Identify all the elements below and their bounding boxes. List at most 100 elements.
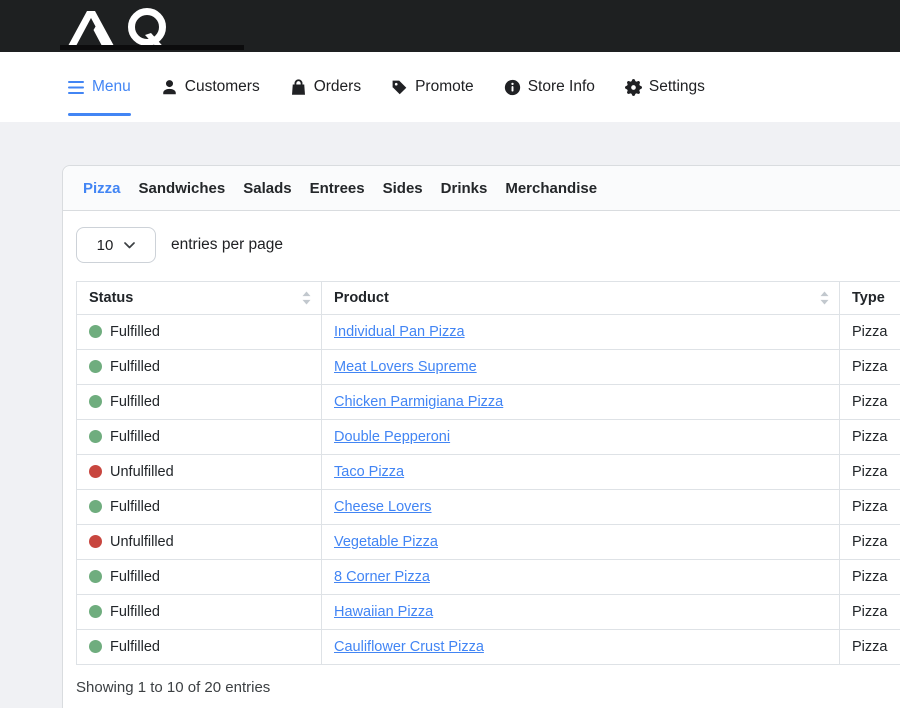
- tab-sandwiches[interactable]: Sandwiches: [139, 180, 226, 197]
- tab-sides[interactable]: Sides: [383, 180, 423, 197]
- table-header-row: Status Product Type: [77, 282, 900, 315]
- entries-per-page-control: 10 entries per page: [63, 211, 900, 281]
- type-text: Pizza: [852, 359, 887, 375]
- type-text: Pizza: [852, 604, 887, 620]
- product-cell: Taco Pizza: [322, 455, 840, 490]
- column-header-type[interactable]: Type: [840, 282, 900, 315]
- table-row: Unfulfilled Taco Pizza Pizza: [77, 455, 900, 490]
- table-row: Unfulfilled Vegetable Pizza Pizza: [77, 525, 900, 560]
- product-link[interactable]: Taco Pizza: [334, 464, 404, 480]
- hamburger-icon: [68, 80, 85, 95]
- status-text: Fulfilled: [110, 324, 160, 340]
- type-cell: Pizza: [840, 315, 900, 350]
- nav-label: Store Info: [528, 78, 595, 96]
- page-content: Pizza Sandwiches Salads Entrees Sides Dr…: [0, 122, 900, 708]
- status-dot: [89, 535, 102, 548]
- sort-icon[interactable]: [820, 292, 829, 305]
- nav-item-customers[interactable]: Customers: [161, 52, 260, 122]
- products-table: Status Product Type: [76, 281, 900, 665]
- status-cell: Fulfilled: [77, 385, 322, 420]
- table-summary: Showing 1 to 10 of 20 entries: [76, 679, 900, 696]
- nav-label: Settings: [649, 78, 705, 96]
- type-text: Pizza: [852, 464, 887, 480]
- status-text: Fulfilled: [110, 639, 160, 655]
- entries-select[interactable]: 10: [76, 227, 156, 263]
- product-link[interactable]: Individual Pan Pizza: [334, 324, 465, 340]
- product-cell: Hawaiian Pizza: [322, 595, 840, 630]
- tab-entrees[interactable]: Entrees: [310, 180, 365, 197]
- product-link[interactable]: Vegetable Pizza: [334, 534, 438, 550]
- type-cell: Pizza: [840, 385, 900, 420]
- product-link[interactable]: Meat Lovers Supreme: [334, 359, 477, 375]
- type-cell: Pizza: [840, 420, 900, 455]
- status-text: Fulfilled: [110, 569, 160, 585]
- info-circle-icon: [504, 79, 521, 96]
- status-cell: Fulfilled: [77, 630, 322, 665]
- status-cell: Fulfilled: [77, 350, 322, 385]
- type-text: Pizza: [852, 569, 887, 585]
- shopping-bag-icon: [290, 79, 307, 96]
- nav-label: Promote: [415, 78, 474, 96]
- product-link[interactable]: Cheese Lovers: [334, 499, 432, 515]
- column-label: Status: [89, 290, 133, 306]
- type-cell: Pizza: [840, 595, 900, 630]
- tab-pizza[interactable]: Pizza: [83, 180, 121, 197]
- tag-icon: [391, 79, 408, 96]
- table-row: Fulfilled Hawaiian Pizza Pizza: [77, 595, 900, 630]
- status-cell: Fulfilled: [77, 420, 322, 455]
- nav-item-store-info[interactable]: Store Info: [504, 52, 595, 122]
- nav-label: Menu: [92, 78, 131, 96]
- table-row: Fulfilled Meat Lovers Supreme Pizza: [77, 350, 900, 385]
- type-text: Pizza: [852, 639, 887, 655]
- status-dot: [89, 465, 102, 478]
- product-link[interactable]: Chicken Parmigiana Pizza: [334, 394, 503, 410]
- nav-item-menu[interactable]: Menu: [68, 52, 131, 122]
- app-header: [0, 0, 900, 52]
- product-link[interactable]: Double Pepperoni: [334, 429, 450, 445]
- column-header-status[interactable]: Status: [77, 282, 322, 315]
- product-link[interactable]: Hawaiian Pizza: [334, 604, 433, 620]
- person-icon: [161, 79, 178, 96]
- entries-select-value: 10: [97, 237, 114, 254]
- type-text: Pizza: [852, 534, 887, 550]
- table-row: Fulfilled Double Pepperoni Pizza: [77, 420, 900, 455]
- product-cell: Individual Pan Pizza: [322, 315, 840, 350]
- status-dot: [89, 605, 102, 618]
- type-cell: Pizza: [840, 490, 900, 525]
- nav-item-settings[interactable]: Settings: [625, 52, 705, 122]
- status-cell: Fulfilled: [77, 315, 322, 350]
- gear-icon: [625, 79, 642, 96]
- tab-salads[interactable]: Salads: [243, 180, 291, 197]
- column-label: Product: [334, 290, 389, 306]
- status-dot: [89, 430, 102, 443]
- status-text: Fulfilled: [110, 499, 160, 515]
- tab-drinks[interactable]: Drinks: [441, 180, 488, 197]
- menu-card: Pizza Sandwiches Salads Entrees Sides Dr…: [62, 165, 900, 708]
- table-row: Fulfilled Chicken Parmigiana Pizza Pizza: [77, 385, 900, 420]
- product-link[interactable]: Cauliflower Crust Pizza: [334, 639, 484, 655]
- type-cell: Pizza: [840, 350, 900, 385]
- status-dot: [89, 325, 102, 338]
- nav-item-orders[interactable]: Orders: [290, 52, 361, 122]
- tab-merchandise[interactable]: Merchandise: [505, 180, 597, 197]
- type-text: Pizza: [852, 499, 887, 515]
- status-dot: [89, 640, 102, 653]
- column-header-product[interactable]: Product: [322, 282, 840, 315]
- status-cell: Fulfilled: [77, 560, 322, 595]
- product-cell: Cheese Lovers: [322, 490, 840, 525]
- table-row: Fulfilled Cauliflower Crust Pizza Pizza: [77, 630, 900, 665]
- aiq-logo-icon: [64, 7, 182, 47]
- product-cell: Cauliflower Crust Pizza: [322, 630, 840, 665]
- product-link[interactable]: 8 Corner Pizza: [334, 569, 430, 585]
- status-dot: [89, 500, 102, 513]
- status-text: Fulfilled: [110, 429, 160, 445]
- active-nav-indicator: [68, 113, 131, 116]
- type-cell: Pizza: [840, 560, 900, 595]
- category-tabs: Pizza Sandwiches Salads Entrees Sides Dr…: [63, 166, 900, 211]
- nav-label: Orders: [314, 78, 361, 96]
- nav-item-promote[interactable]: Promote: [391, 52, 474, 122]
- sort-icon[interactable]: [302, 292, 311, 305]
- product-cell: Vegetable Pizza: [322, 525, 840, 560]
- entries-label: entries per page: [171, 236, 283, 254]
- column-label: Type: [852, 290, 885, 306]
